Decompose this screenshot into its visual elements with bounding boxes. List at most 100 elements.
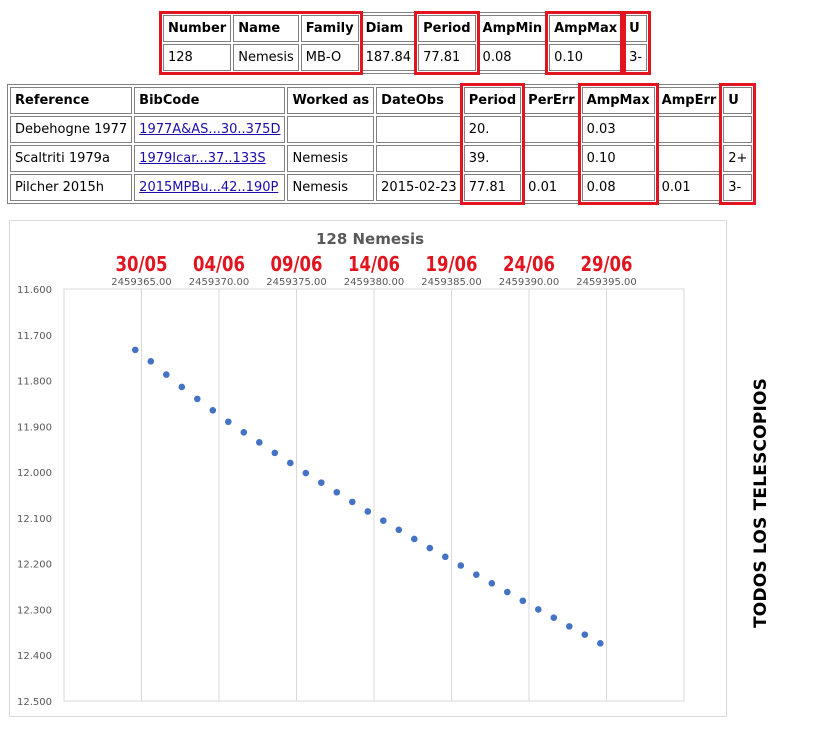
references-cell-bibcode: 1977A&AS...30..375D (134, 116, 286, 143)
x-tick-label: 2459365.00 (111, 277, 171, 288)
references-header-dateobs: DateObs (376, 87, 462, 114)
references-cell-worked-as (287, 116, 375, 143)
data-point (349, 498, 356, 506)
summary-header-period: Period (418, 15, 476, 42)
references-cell-reference: Debehogne 1977 (10, 116, 133, 143)
references-cell-bibcode: 2015MPBu...42..190P (134, 174, 286, 201)
data-point (457, 562, 465, 569)
data-point (163, 371, 170, 378)
references-cell-dateobs (376, 145, 462, 172)
data-point (364, 508, 372, 515)
data-point (209, 407, 217, 414)
date-annotation: 30/05 (116, 252, 168, 276)
lightcurve-chart: 128 Nemesis 2459365.00 30/05 2459370.00 04/0… (9, 220, 727, 717)
data-point (519, 597, 527, 605)
summary-cell-diam: 187.84 (360, 44, 417, 71)
bibcode-link[interactable]: 1979Icar...37..133S (139, 151, 265, 166)
references-cell-period: 77.81 (463, 174, 522, 201)
references-cell-reference: Scaltriti 1979a (10, 145, 133, 172)
x-tick-label: 2459385.00 (421, 277, 481, 288)
references-cell-ampmax: 0.03 (581, 116, 655, 143)
y-tick-label: 12.500 (17, 697, 52, 708)
data-point (504, 588, 511, 596)
data-point (566, 623, 573, 630)
data-point (473, 571, 480, 578)
references-header-pererr: PerErr (523, 87, 580, 114)
asteroid-summary-table: Number Name Family Diam Period AmpMin AmpMax U … (160, 12, 651, 74)
summary-header-ampmin: AmpMin (477, 15, 548, 42)
references-header-u: U (723, 87, 753, 114)
data-point (178, 383, 186, 391)
summary-data-row: 128 Nemesis MB-O 187.84 77.81 0.08 0.10 3- (163, 44, 648, 71)
data-point (550, 614, 558, 621)
y-tick-label: 11.700 (17, 331, 52, 342)
references-header-reference: Reference (10, 87, 133, 114)
lightcurve-references-table: Reference BibCode Worked as DateObs Period Pe… (7, 84, 756, 204)
x-tick-label: 2459375.00 (266, 277, 326, 288)
date-annotation: 24/06 (503, 252, 555, 276)
summary-header-ampmax: AmpMax (549, 15, 623, 42)
references-cell-u: 2+ (723, 145, 753, 172)
references-cell-pererr (523, 145, 580, 172)
data-point (318, 479, 325, 486)
summary-header-row: Number Name Family Diam Period AmpMin AmpMax U (163, 15, 648, 42)
references-row: Debehogne 1977 1977A&AS...30..375D 20. 0.03 (10, 116, 753, 143)
summary-cell-period: 77.81 (418, 44, 476, 71)
summary-cell-family: MB-O (300, 44, 359, 71)
y-tick-label: 12.100 (17, 514, 52, 525)
references-row: Scaltriti 1979a 1979Icar...37..133S Nemesi… (10, 145, 753, 172)
references-cell-dateobs (376, 116, 462, 143)
data-point (411, 535, 418, 543)
data-point (225, 418, 232, 426)
data-point (597, 640, 604, 647)
date-annotation: 09/06 (271, 252, 323, 276)
references-cell-ampmax: 0.10 (581, 145, 655, 172)
summary-header-family: Family (300, 15, 359, 42)
summary-cell-ampmax: 0.10 (549, 44, 623, 71)
summary-header-number: Number (163, 15, 232, 42)
references-cell-reference: Pilcher 2015h (10, 174, 133, 201)
y-tick-label: 12.200 (17, 560, 52, 571)
y-tick-label: 11.800 (17, 377, 52, 388)
y-tick-label: 12.300 (17, 605, 52, 616)
data-point (256, 439, 263, 446)
chart-title: 128 Nemesis (316, 230, 424, 248)
references-cell-pererr: 0.01 (523, 174, 580, 201)
references-header-row: Reference BibCode Worked as DateObs Period Pe… (10, 87, 753, 114)
y-tick-label: 11.600 (17, 285, 52, 296)
data-point (240, 428, 248, 436)
date-annotation: 19/06 (426, 252, 478, 276)
data-point (333, 488, 341, 496)
references-cell-period: 39. (463, 145, 522, 172)
bibcode-link[interactable]: 2015MPBu...42..190P (139, 180, 278, 195)
references-header-worked-as: Worked as (287, 87, 375, 114)
x-tick-label: 2459370.00 (189, 277, 249, 288)
data-point (442, 553, 449, 561)
data-point (287, 459, 294, 467)
summary-cell-ampmin: 0.08 (477, 44, 548, 71)
data-point (380, 517, 387, 524)
references-cell-pererr (523, 116, 580, 143)
references-cell-amperr (656, 116, 722, 143)
references-cell-u: 3- (723, 174, 753, 201)
summary-cell-name: Nemesis (233, 44, 299, 71)
references-cell-worked-as: Nemesis (287, 174, 375, 201)
data-point (581, 631, 589, 638)
date-annotation: 04/06 (193, 252, 245, 276)
references-header-amperr: AmpErr (656, 87, 722, 114)
references-header-bibcode: BibCode (134, 87, 286, 114)
data-point (395, 526, 403, 534)
references-row: Pilcher 2015h 2015MPBu...42..190P Nemesis 2… (10, 174, 753, 201)
x-tick-label: 2459395.00 (576, 277, 636, 288)
summary-cell-u: 3- (624, 44, 648, 71)
date-annotation: 14/06 (348, 252, 400, 276)
date-annotation: 29/06 (581, 252, 633, 276)
data-point (488, 580, 496, 587)
references-cell-amperr (656, 145, 722, 172)
summary-header-u: U (624, 15, 648, 42)
x-tick-label: 2459380.00 (344, 277, 404, 288)
references-cell-ampmax: 0.08 (581, 174, 655, 201)
references-cell-dateobs: 2015-02-23 (376, 174, 462, 201)
bibcode-link[interactable]: 1977A&AS...30..375D (139, 122, 280, 137)
y-tick-label: 12.400 (17, 651, 52, 662)
